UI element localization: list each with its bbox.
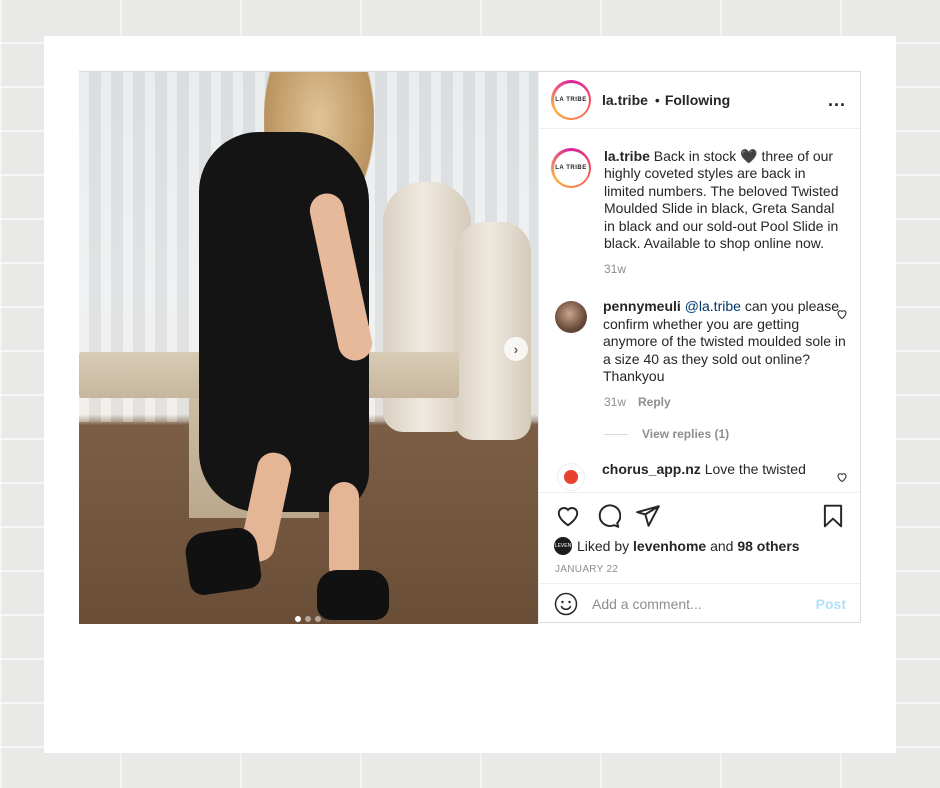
likes-summary: LEVEN Liked by levenhome and 98 others (554, 537, 846, 555)
black-slide-sandal (183, 525, 263, 597)
divider-line (604, 433, 628, 435)
liked-by-user[interactable]: levenhome (633, 538, 706, 554)
post-actions: LEVEN Liked by levenhome and 98 others J… (539, 492, 860, 575)
header-username[interactable]: la.tribe (602, 92, 648, 108)
heart-icon[interactable] (836, 471, 848, 483)
caption-meta: 31w (604, 262, 860, 276)
avatar[interactable]: LA TRIBE (551, 80, 591, 120)
emoji-icon[interactable] (554, 592, 578, 616)
carousel-dot (315, 616, 321, 622)
following-button[interactable]: Following (665, 92, 730, 108)
avatar-logo-text: LA TRIBE (553, 150, 589, 186)
heart-icon[interactable] (836, 308, 848, 320)
comment-icon[interactable] (595, 503, 621, 529)
model-leg (329, 482, 359, 582)
comment-meta: 31w Reply (604, 395, 860, 409)
comment-text-block: pennymeuli @la.tribe can you please conf… (603, 298, 846, 385)
instagram-post: › LA TRIBE la.tribe • Following ... LA T… (79, 71, 861, 624)
black-slide-sandal (317, 570, 389, 620)
comment-time[interactable]: 31w (604, 395, 626, 409)
chevron-right-icon: › (513, 341, 519, 357)
bookmark-icon[interactable] (820, 503, 846, 529)
add-comment-bar: Post (539, 583, 860, 624)
vase (455, 222, 531, 440)
carousel-dots (295, 616, 321, 622)
avatar[interactable] (555, 301, 587, 334)
view-replies-label: View replies (1) (642, 427, 730, 442)
liker-avatar[interactable]: LEVEN (554, 537, 572, 555)
comment-text-block: chorus_app.nz Love the twisted (602, 461, 846, 491)
like-heart-icon[interactable] (555, 503, 581, 529)
caption-time[interactable]: 31w (604, 262, 626, 276)
reply-button[interactable]: Reply (638, 395, 671, 409)
comment-mention[interactable]: @la.tribe (685, 298, 741, 314)
post-date[interactable]: JANUARY 22 (555, 564, 846, 575)
avatar[interactable]: LA TRIBE (551, 148, 591, 188)
carousel-dot-active (295, 616, 301, 622)
caption-username[interactable]: la.tribe (604, 148, 650, 164)
avatar-logo-text: LA TRIBE (553, 82, 589, 118)
share-icon[interactable] (635, 503, 661, 529)
header-separator: • (654, 92, 660, 108)
liked-by-prefix: Liked by (577, 538, 630, 554)
post-header: LA TRIBE la.tribe • Following ... (539, 72, 860, 129)
avatar[interactable] (557, 463, 585, 492)
caption: LA TRIBE la.tribe Back in stock 🖤 three … (539, 148, 860, 252)
post-side-panel: LA TRIBE la.tribe • Following ... LA TRI… (538, 72, 860, 624)
caption-text-block: la.tribe Back in stock 🖤 three of our hi… (604, 148, 846, 252)
comment-row: pennymeuli @la.tribe can you please conf… (539, 298, 860, 385)
comment-text: Love the twisted (704, 461, 806, 478)
post-photo[interactable]: › (79, 72, 538, 624)
carousel-dot (305, 616, 311, 622)
action-icons (555, 501, 846, 531)
chorus-logo-icon (564, 470, 578, 485)
liked-by-and: and (710, 538, 734, 554)
comments-list[interactable]: LA TRIBE la.tribe Back in stock 🖤 three … (539, 129, 860, 492)
comment-row: chorus_app.nz Love the twisted (539, 461, 860, 492)
post-comment-button[interactable]: Post (816, 596, 846, 612)
comment-username[interactable]: pennymeuli (603, 298, 681, 314)
view-replies-button[interactable]: View replies (1) (604, 427, 860, 441)
more-options-icon[interactable]: ... (828, 90, 846, 111)
carousel-next-button[interactable]: › (504, 337, 528, 361)
liked-by-others[interactable]: 98 others (737, 538, 799, 554)
comment-username[interactable]: chorus_app.nz (602, 461, 701, 477)
comment-input[interactable] (592, 596, 816, 612)
